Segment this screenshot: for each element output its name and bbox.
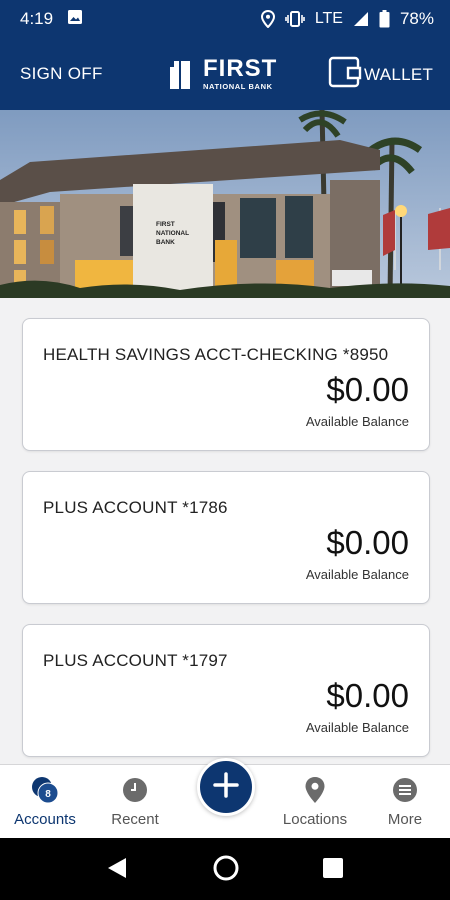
account-balance: $0.00	[326, 677, 409, 714]
logo-word: FIRST	[203, 55, 278, 82]
status-right: LTE 78%	[260, 9, 434, 29]
vibrate-icon	[285, 11, 305, 27]
home-icon[interactable]	[213, 855, 239, 886]
wallet-button[interactable]: WALLET	[328, 56, 433, 93]
account-balance-label: Available Balance	[305, 720, 409, 735]
account-balance-label: Available Balance	[305, 567, 409, 582]
nav-label: Accounts	[14, 811, 76, 828]
sign-off-button[interactable]: SIGN OFF	[20, 64, 103, 84]
map-pin-icon	[270, 775, 360, 805]
nav-label: Locations	[282, 811, 348, 828]
nav-label: More	[387, 811, 423, 828]
logo-text: FIRST NATIONAL BANK	[203, 57, 277, 91]
account-balance-label: Available Balance	[305, 414, 409, 429]
add-button[interactable]	[197, 758, 255, 816]
accounts-list: HEALTH SAVINGS ACCT-CHECKING *8950 $0.00…	[22, 318, 430, 777]
menu-icon	[360, 775, 450, 805]
account-balance: $0.00	[326, 371, 409, 408]
hero-building-image: FIRST NATIONAL BANK	[0, 110, 450, 298]
battery-level: 78%	[399, 9, 434, 28]
logo-mark-icon	[170, 59, 200, 89]
account-name: PLUS ACCOUNT *1786	[43, 498, 228, 517]
building-sign-line-1: FIRST	[156, 221, 175, 228]
app-header: SIGN OFF FIRST NATIONAL BANK WALLET	[0, 38, 450, 110]
signal-icon	[353, 11, 369, 27]
account-card[interactable]: PLUS ACCOUNT *1797 $0.00 Available Balan…	[22, 624, 430, 757]
plus-icon	[213, 771, 239, 803]
account-balance: $0.00	[326, 524, 409, 561]
account-card[interactable]: HEALTH SAVINGS ACCT-CHECKING *8950 $0.00…	[22, 318, 430, 451]
network-type: LTE	[314, 10, 343, 27]
nav-recent[interactable]: Recent	[90, 775, 180, 828]
account-card[interactable]: PLUS ACCOUNT *1786 $0.00 Available Balan…	[22, 471, 430, 604]
accounts-icon: 8	[0, 775, 90, 805]
accounts-badge: 8	[45, 789, 51, 800]
nav-locations[interactable]: Locations	[270, 775, 360, 828]
status-bar: 4:19 LTE 78%	[0, 0, 450, 38]
clock-icon	[90, 775, 180, 805]
image-icon	[67, 9, 83, 30]
battery-icon	[379, 10, 390, 28]
nav-more[interactable]: More	[360, 775, 450, 828]
building-sign-line-2: NATIONAL	[156, 230, 189, 237]
wallet-label: WALLET	[364, 64, 434, 84]
nav-label: Recent	[111, 811, 159, 828]
wallet-icon	[328, 56, 362, 93]
account-name: HEALTH SAVINGS ACCT-CHECKING *8950	[43, 345, 389, 364]
building-sign-line-3: BANK	[156, 239, 175, 246]
logo-subtitle: NATIONAL BANK	[203, 82, 273, 91]
bank-logo: FIRST NATIONAL BANK	[170, 57, 277, 91]
recents-icon[interactable]	[322, 857, 344, 884]
status-time: 4:19	[20, 9, 54, 28]
account-name: PLUS ACCOUNT *1797	[43, 651, 228, 670]
status-left: 4:19	[20, 9, 83, 30]
location-icon	[260, 10, 275, 28]
back-icon[interactable]	[106, 856, 128, 885]
system-nav-bar	[0, 838, 450, 900]
nav-accounts[interactable]: 8 Accounts	[0, 775, 90, 828]
